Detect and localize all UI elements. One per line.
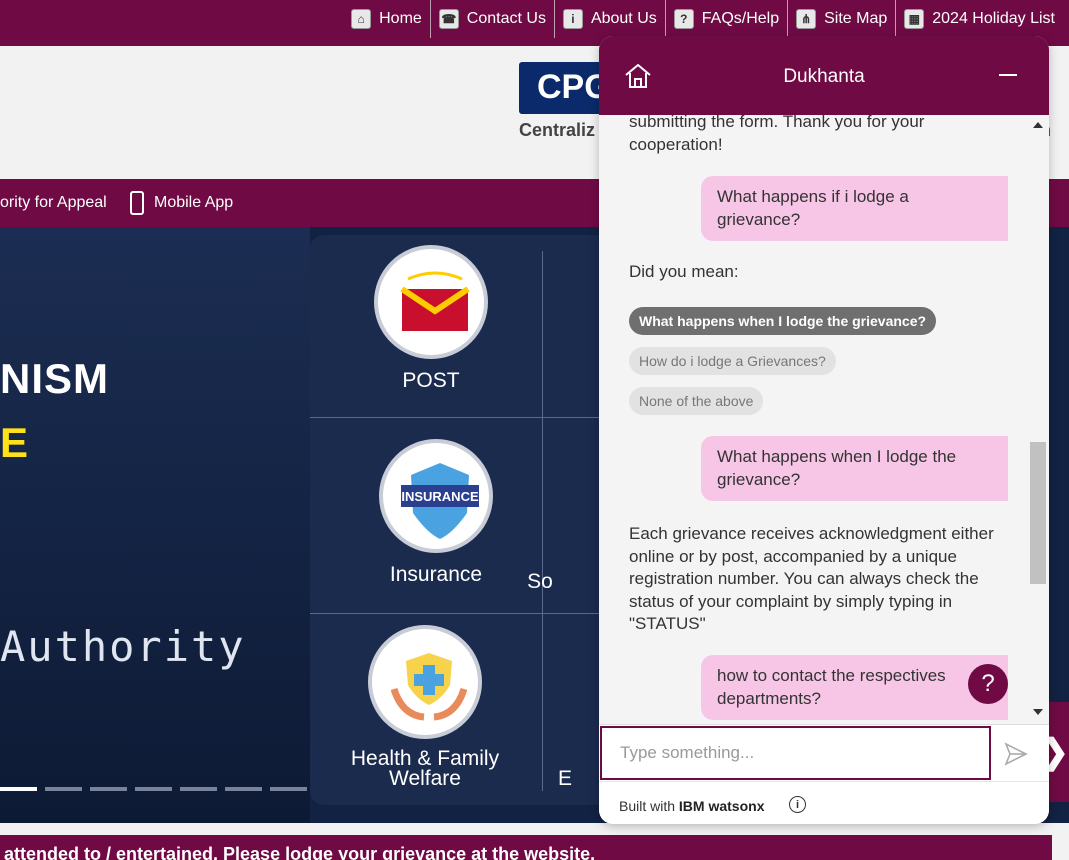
user-message: how to contact the respectives departmen… [701, 655, 1008, 720]
service-partial-2-label: E [557, 767, 572, 790]
nav-home[interactable]: ⌂ Home [343, 0, 431, 38]
banner-left: NISM E Authority [0, 227, 310, 823]
banner-heading-1: NISM [0, 355, 109, 402]
send-icon [1004, 742, 1028, 766]
top-nav: ⌂ Home ☎ Contact Us i About Us ? FAQs/Help ⋔… [343, 0, 1069, 38]
banner-heading-2: E [0, 419, 29, 466]
nav-contact-label: Contact Us [466, 10, 546, 27]
bot-message: Each grievance receives acknowledgment e… [629, 524, 994, 633]
help-button[interactable]: ? [968, 664, 1008, 704]
svg-text:INSURANCE: INSURANCE [401, 489, 479, 504]
carousel-dot[interactable] [135, 787, 172, 791]
chat-scrollbar[interactable] [1029, 120, 1047, 720]
carousel-next-button[interactable]: ❯ [1041, 702, 1069, 802]
service-health-label: Health & Family Welfare [350, 747, 500, 790]
insurance-shield-icon: INSURANCE [379, 439, 493, 553]
health-hands-icon [368, 625, 482, 739]
nav-authority-for-appeal[interactable]: ority for Appeal [0, 179, 107, 227]
india-post-logo-icon [374, 245, 488, 359]
phone-icon: ☎ [438, 9, 459, 29]
nav-home-label: Home [379, 10, 422, 27]
grid-divider [310, 613, 600, 614]
logo-subtitle: Centraliz [519, 120, 596, 140]
news-ticker: attended to / entertained. Please lodge … [0, 835, 1052, 860]
service-partial[interactable]: So [490, 570, 590, 594]
info-icon[interactable]: i [789, 796, 806, 813]
service-insurance-label: Insurance [389, 563, 483, 586]
bot-message: Did you mean: [629, 262, 739, 281]
chat-minimize-button[interactable] [999, 74, 1017, 76]
grid-divider [542, 251, 543, 791]
banner-heading-3: Authority [0, 622, 246, 671]
service-health[interactable]: Health & Family Welfare [335, 625, 515, 789]
chat-scrollbar-thumb[interactable] [1030, 442, 1046, 584]
question-icon: ? [981, 670, 995, 697]
home-icon: ⌂ [351, 9, 372, 29]
carousel-indicators [0, 787, 315, 791]
calendar-icon: ▦ [904, 9, 925, 29]
chat-messages: submitting the form. Thank you for your … [599, 115, 1049, 724]
nav-sitemap-label: Site Map [824, 10, 888, 27]
grid-divider [310, 417, 600, 418]
carousel-dot[interactable] [0, 787, 37, 791]
nav-faqs[interactable]: ? FAQs/Help [666, 0, 789, 38]
chat-footer: Built with IBM watsonx i [599, 781, 1049, 824]
carousel-dot[interactable] [270, 787, 307, 791]
nav-mobile-label: Mobile App [154, 194, 234, 211]
service-partial-2[interactable]: E [540, 767, 590, 791]
carousel-dot[interactable] [90, 787, 127, 791]
mobile-icon [130, 191, 144, 215]
bot-message: submitting the form. Thank you for your … [629, 115, 925, 154]
nav-contact-us[interactable]: ☎ Contact Us [431, 0, 555, 38]
nav-about-us[interactable]: i About Us [555, 0, 666, 38]
nav-appeal-label: ority for Appeal [0, 194, 107, 211]
chat-input[interactable] [600, 726, 991, 780]
info-icon: i [562, 9, 583, 29]
nav-faqs-label: FAQs/Help [701, 10, 780, 27]
nav-site-map[interactable]: ⋔ Site Map [788, 0, 897, 38]
chat-header: Dukhanta [599, 36, 1049, 115]
chat-title: Dukhanta [783, 66, 865, 87]
scroll-up-arrow-icon[interactable] [1033, 122, 1043, 128]
nav-holiday-list[interactable]: ▦ 2024 Holiday List [896, 0, 1069, 38]
suggestion-chip[interactable]: What happens when I lodge the grievance? [629, 307, 937, 335]
built-with-brand: IBM watsonx [678, 798, 765, 814]
sitemap-icon: ⋔ [796, 9, 817, 29]
suggestion-chip[interactable]: How do i lodge a Grievances? [629, 347, 836, 375]
user-message: What happens if i lodge a grievance? [701, 176, 1008, 241]
question-icon: ? [673, 9, 694, 29]
chatbot-window: Dukhanta submitting the form. Thank you … [599, 36, 1049, 824]
built-with-text: Built with IBM watsonx [619, 798, 765, 814]
send-button[interactable] [1003, 741, 1029, 767]
carousel-dot[interactable] [45, 787, 82, 791]
carousel-dot[interactable] [225, 787, 262, 791]
service-post[interactable]: POST [341, 245, 521, 393]
scroll-down-arrow-icon[interactable] [1033, 709, 1043, 715]
service-post-label: POST [402, 369, 460, 392]
user-message: What happens when I lodge the grievance? [701, 436, 1008, 501]
service-insurance[interactable]: INSURANCE Insurance [346, 439, 526, 587]
built-with-prefix: Built with [619, 798, 676, 814]
suggestion-chip[interactable]: None of the above [629, 387, 764, 415]
nav-mobile-app[interactable]: Mobile App [130, 179, 233, 227]
nav-about-label: About Us [590, 10, 657, 27]
chat-input-bar [599, 724, 1049, 781]
carousel-dot[interactable] [180, 787, 217, 791]
service-partial-label: So [527, 570, 553, 593]
nav-holiday-label: 2024 Holiday List [932, 10, 1055, 27]
